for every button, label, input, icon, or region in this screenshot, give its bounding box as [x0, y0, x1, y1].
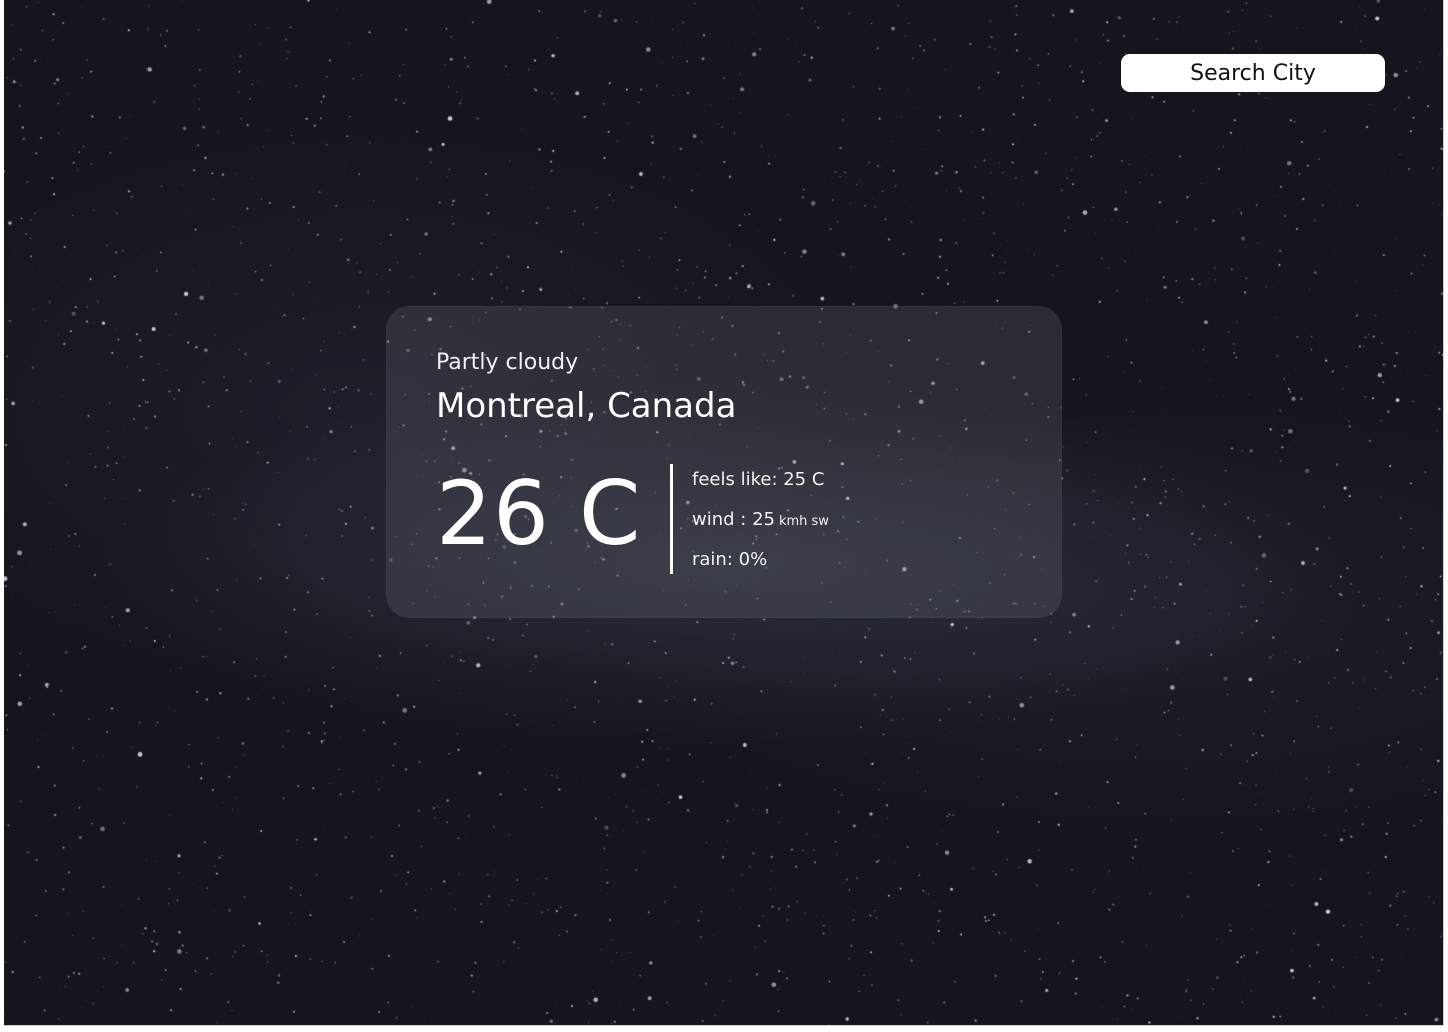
wind-value: wind : 25: [692, 509, 775, 530]
wind-unit: kmh sw: [778, 514, 829, 529]
weather-card: Partly cloudy Montreal, Canada 26 C feel…: [386, 306, 1062, 618]
weather-condition: Partly cloudy: [436, 350, 579, 375]
weather-details: feels like: 25 C wind : 25 kmh sw rain: 0…: [692, 466, 829, 586]
location-title: Montreal, Canada: [436, 386, 737, 426]
current-temperature: 26 C: [436, 462, 642, 565]
search-city-button[interactable]: Search City: [1121, 54, 1385, 92]
feels-like-text: feels like: 25 C: [692, 469, 825, 490]
night-sky-background: Search City Partly cloudy Montreal, Cana…: [4, 0, 1444, 1026]
rain-text: rain: 0%: [692, 549, 768, 570]
temperature-divider: [670, 464, 673, 574]
feels-like-detail: feels like: 25 C: [692, 466, 829, 506]
wind-detail: wind : 25 kmh sw: [692, 506, 829, 546]
rain-detail: rain: 0%: [692, 546, 829, 586]
